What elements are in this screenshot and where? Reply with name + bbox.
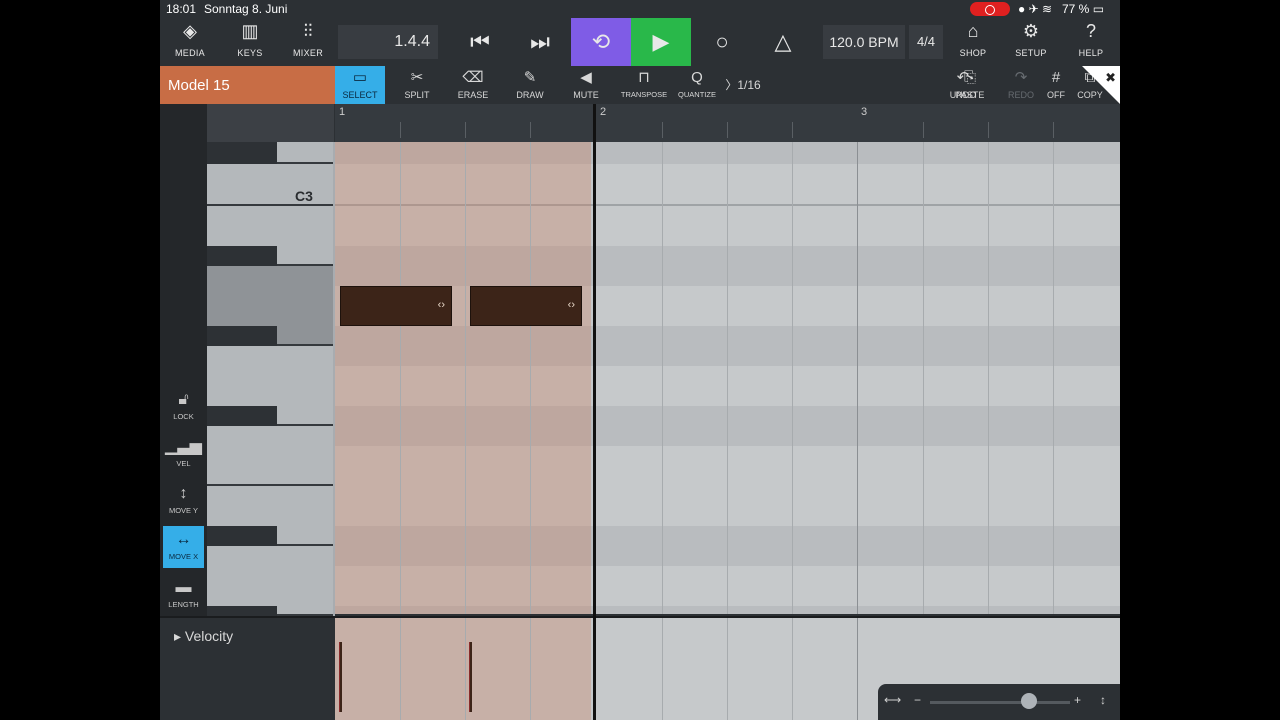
draw-tool[interactable]: ✎ DRAW [510,66,550,104]
status-bar: 18:01 Sonntag 8. Juni ● ✈ ≋ 77 % ▭ [160,0,1120,18]
lock-mode-button[interactable]: 🔓︎ LOCK [163,386,204,428]
move-y-mode-button[interactable]: ↕ MOVE Y [163,480,204,522]
speaker-icon: ◀ [580,69,592,86]
white-key[interactable] [207,426,333,486]
bars-icon: ▁▃▅ [165,438,202,455]
close-icon: ✖ [1105,70,1116,85]
mute-tool[interactable]: ◀ MUTE [567,66,605,104]
metronome-button[interactable]: △ [753,18,813,66]
shop-button[interactable]: ⌂ SHOP [953,18,993,66]
select-rect-icon: ▭ [352,69,368,86]
mixer-button[interactable]: ⫶⫶ MIXER [288,18,328,66]
shopping-bag-icon: ⌂ [967,21,979,41]
zoom-control: ⟷ − + ↕ [878,684,1120,720]
playhead[interactable] [593,104,596,720]
midi-note[interactable]: ‹› [340,286,452,326]
metronome-icon: △ [774,29,792,54]
media-button[interactable]: ◈ MEDIA [170,18,210,66]
velocity-bar[interactable] [469,642,472,712]
velocity-bar[interactable] [339,642,342,712]
app-window: 18:01 Sonntag 8. Juni ● ✈ ≋ 77 % ▭ ◈ MED… [160,0,1120,720]
question-icon: ? [1085,21,1096,41]
velocity-mode-button[interactable]: ▁▃▅ VEL [163,433,204,475]
vertical-zoom-icon[interactable]: ↕ [1100,693,1106,707]
black-key[interactable] [207,142,277,164]
length-mode-button[interactable]: ▬ LENGTH [163,574,204,616]
skip-back-icon: ⏮ [470,29,490,54]
horizontal-arrows-icon: ↔ [175,531,192,548]
lock-icon: 🔓︎ [178,391,189,408]
zoom-slider-knob[interactable] [1021,693,1037,709]
eraser-icon: ⌫ [462,69,484,86]
status-time: 18:01 [166,2,197,16]
play-button[interactable]: ▶ [631,18,691,66]
track-name[interactable]: Model 15 [160,66,335,104]
midi-note[interactable]: ‹› [470,286,582,326]
move-x-mode-button[interactable]: ↔ MOVE X [163,526,204,568]
keyboard-header: 🔈︎ [207,104,360,142]
velocity-lane-header[interactable]: ▸ Velocity [160,616,335,720]
paste-button[interactable]: ⎘ PASTE [950,66,990,104]
setup-button[interactable]: ⚙ SETUP [1011,18,1051,66]
top-bar: ◈ MEDIA ▥ KEYS ⫶⫶ MIXER 1.4.4 ⏮ ⏭ ⟲ ▶ ○ … [160,18,1120,66]
rewind-button[interactable]: ⏮ [450,18,510,66]
timeline-ruler[interactable]: 1 2 3 [335,104,1120,142]
zoom-slider[interactable] [930,701,1070,704]
resize-arrows-icon: ‹› [567,299,575,311]
chevron-right-icon: 〉 [725,78,738,92]
zoom-out-icon[interactable]: − [914,693,921,707]
keys-button[interactable]: ▥ KEYS [230,18,270,66]
quantize-value-select[interactable]: 〉1/16 [721,66,765,104]
loop-region [335,142,591,614]
resize-arrows-icon: ‹› [437,299,445,311]
grid-toggle[interactable]: # OFF [1034,66,1078,104]
forward-button[interactable]: ⏭ [510,18,570,66]
horizontal-zoom-icon[interactable]: ⟷ [884,693,901,707]
transpose-tool[interactable]: ⊓ TRANSPOSE [617,66,671,104]
quantize-tool[interactable]: Q QUANTIZE [675,66,719,104]
paste-icon: ⎘ [963,69,976,86]
quantize-icon: Q [691,69,703,86]
tempo-display[interactable]: 120.0 BPM [823,25,905,59]
length-icon: ▬ [175,579,192,596]
position-display[interactable]: 1.4.4 [338,25,438,59]
vertical-arrows-icon: ↕ [179,485,188,502]
erase-tool[interactable]: ⌫ ERASE [453,66,493,104]
select-tool[interactable]: ▭ SELECT [335,66,385,104]
record-icon: ○ [715,29,729,54]
note-grid[interactable]: ‹› ‹› [335,142,1120,614]
split-tool[interactable]: ✂ SPLIT [397,66,437,104]
mixer-faders-icon: ⫶⫶ [303,21,313,41]
loop-region [335,618,591,720]
record-button[interactable]: ○ [692,18,752,66]
play-icon: ▶ [652,29,670,54]
piano-keys-icon: ▥ [241,21,259,41]
help-button[interactable]: ? HELP [1071,18,1111,66]
transpose-icon: ⊓ [638,69,650,86]
time-signature-display[interactable]: 4/4 [909,25,943,59]
gear-icon: ⚙ [1022,21,1040,41]
scissors-icon: ✂ [410,69,424,86]
zoom-in-icon[interactable]: + [1074,693,1081,707]
skip-forward-icon: ⏭ [530,29,550,54]
loop-button[interactable]: ⟲ [571,18,631,66]
media-icon: ◈ [183,21,197,41]
piano-keyboard[interactable]: C3 [207,142,335,616]
status-date: Sonntag 8. Juni [204,2,288,16]
edit-toolbar: ▭ SELECT ✂ SPLIT ⌫ ERASE ✎ DRAW ◀ MUTE ⊓… [335,66,1120,104]
pencil-icon: ✎ [523,69,537,86]
white-key-c3[interactable]: C3 [207,164,333,206]
black-key[interactable] [207,606,277,616]
loop-icon: ⟲ [591,29,611,54]
grid-icon: # [1051,69,1061,86]
status-icons: ● ✈ ≋ [1018,2,1053,16]
screen-recording-icon [970,2,1010,16]
velocity-lane-toggle[interactable]: ▸ Velocity [174,628,233,645]
battery-level: 77 % ▭ [1062,2,1105,16]
